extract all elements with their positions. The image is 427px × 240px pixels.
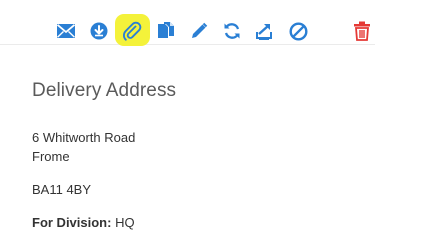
email-button[interactable] — [55, 20, 77, 42]
address-block: 6 Whitworth Road Frome — [32, 128, 412, 166]
refresh-icon — [224, 23, 240, 39]
copy-icon — [158, 22, 174, 38]
division-row: For Division: HQ — [32, 213, 412, 232]
edit-button[interactable] — [188, 20, 210, 42]
delete-button[interactable] — [351, 20, 373, 42]
address-line-2: Frome — [32, 149, 70, 164]
cancel-button[interactable] — [287, 20, 309, 42]
delivery-address-title: Delivery Address — [32, 80, 177, 101]
refresh-button[interactable] — [221, 20, 243, 42]
download-icon — [90, 22, 108, 40]
envelope-icon — [56, 24, 76, 38]
trash-icon — [354, 21, 370, 41]
export-button[interactable] — [253, 20, 275, 42]
delivery-address-panel: Delivery Address 6 Whitworth Road Frome … — [32, 78, 412, 232]
division-value: HQ — [115, 215, 135, 230]
postcode: BA11 4BY — [32, 182, 92, 197]
action-toolbar — [0, 0, 375, 46]
division-label: For Division: — [32, 215, 112, 230]
download-button[interactable] — [88, 20, 110, 42]
attach-button[interactable] — [121, 20, 143, 42]
paperclip-icon — [122, 21, 142, 41]
pencil-icon — [192, 22, 208, 38]
address-line-1: 6 Whitworth Road — [32, 130, 136, 145]
cancel-icon — [288, 21, 308, 41]
export-icon — [256, 24, 272, 40]
copy-button[interactable] — [155, 20, 177, 42]
